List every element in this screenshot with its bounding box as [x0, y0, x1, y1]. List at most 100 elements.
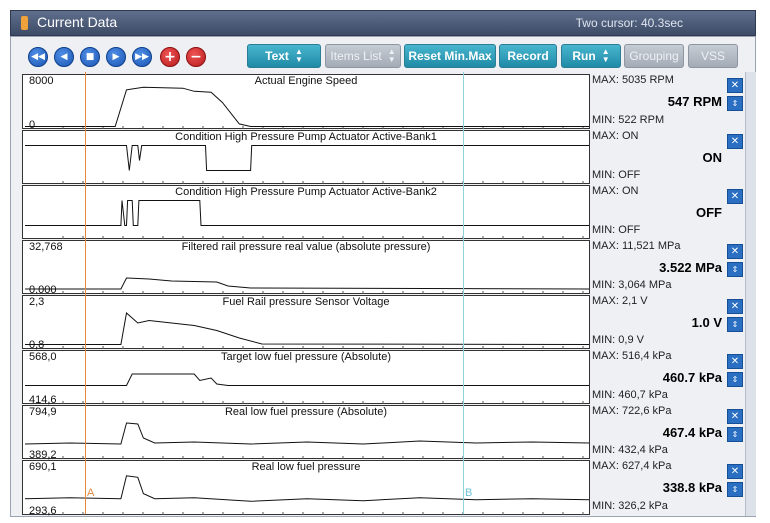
vss-button[interactable]: VSS — [688, 44, 738, 68]
max-value: MAX: 516,4 kPa — [592, 350, 672, 362]
window-title: Current Data — [37, 14, 118, 30]
min-value: MIN: 522 RPM — [592, 114, 665, 126]
close-icon: ✕ — [730, 411, 740, 422]
record-button[interactable]: Record — [499, 44, 557, 68]
value-summary: MAX: ON OFF MIN: OFF — [592, 185, 722, 239]
max-value: MAX: ON — [592, 185, 639, 197]
value-summary: MAX: 5035 RPM 547 RPM MIN: 522 RPM — [592, 74, 722, 129]
close-panel-button[interactable]: ✕ — [727, 409, 743, 424]
items-list-dropdown[interactable]: Items List ▲ ▼ — [325, 44, 401, 68]
trace-line — [24, 475, 590, 502]
y-min-label: 293,6 — [29, 505, 57, 517]
scale-icon: ⇕ — [731, 430, 739, 439]
min-value: MIN: 326,2 kPa — [592, 500, 668, 512]
max-value: MAX: 722,6 kPa — [592, 405, 672, 417]
max-value: MAX: ON — [592, 130, 639, 142]
panel-title: Condition High Pressure Pump Actuator Ac… — [175, 186, 437, 198]
plot-panel[interactable]: Real low fuel pressure (Absolute) 794,9 38… — [22, 405, 590, 461]
max-value: MAX: 11,521 MPa — [592, 240, 681, 252]
run-dropdown[interactable]: Run ▲ ▼ — [561, 44, 621, 68]
scale-button[interactable]: ⇕ — [727, 427, 743, 442]
current-value: 547 RPM — [667, 94, 722, 109]
cursor-b-line[interactable] — [463, 72, 464, 514]
scale-button[interactable]: ⇕ — [727, 96, 743, 111]
plot-panel[interactable]: Condition High Pressure Pump Actuator Ac… — [22, 130, 590, 184]
min-value: MIN: 0,9 V — [592, 334, 644, 346]
trace-line — [25, 373, 589, 386]
plus-icon: + — [164, 49, 176, 65]
close-icon: ✕ — [730, 136, 740, 147]
plot-panel[interactable]: Filtered rail pressure real value (absol… — [22, 240, 590, 296]
scale-icon: ⇕ — [731, 375, 739, 384]
current-value: 3.522 MPa — [659, 260, 722, 275]
rewind-button[interactable]: ◀◀ — [28, 47, 48, 67]
app-logo-icon — [21, 16, 28, 30]
plot-panel[interactable]: Target low fuel pressure (Absolute) 568,0… — [22, 350, 590, 406]
close-icon: ✕ — [730, 301, 740, 312]
close-panel-button[interactable]: ✕ — [727, 78, 743, 93]
scale-icon: ⇕ — [731, 265, 739, 274]
min-value: MIN: OFF — [592, 224, 641, 236]
close-icon: ✕ — [730, 80, 740, 91]
panel-title: Condition High Pressure Pump Actuator Ac… — [175, 131, 437, 143]
y-max-label: 8000 — [29, 75, 54, 87]
y-max-label: 794,9 — [29, 406, 57, 418]
stop-button[interactable]: ■ — [80, 47, 100, 67]
trace-line — [25, 312, 590, 345]
cursor-a-line[interactable] — [85, 72, 86, 514]
current-value: OFF — [696, 205, 722, 220]
panel-title: Real low fuel pressure (Absolute) — [224, 406, 388, 418]
value-summary: MAX: 11,521 MPa 3.522 MPa MIN: 3,064 MPa — [592, 240, 722, 294]
scale-button[interactable]: ⇕ — [727, 262, 743, 277]
value-summary: MAX: ON ON MIN: OFF — [592, 130, 722, 184]
vertical-scrollbar[interactable] — [745, 72, 756, 516]
updown-icon: ▲ ▼ — [601, 47, 610, 64]
scale-button[interactable]: ⇕ — [727, 372, 743, 387]
plus-button[interactable]: + — [160, 47, 180, 67]
text-dropdown[interactable]: Text ▲ ▼ — [247, 44, 321, 68]
close-panel-button[interactable]: ✕ — [727, 464, 743, 479]
trace-line — [24, 422, 590, 445]
reset-minmax-button[interactable]: Reset Min.Max — [404, 44, 496, 68]
next-icon: ▶ — [112, 52, 120, 62]
y-max-label: 2,3 — [29, 296, 45, 308]
current-value: 338.8 kPa — [662, 480, 722, 495]
grouping-button[interactable]: Grouping — [624, 44, 684, 68]
panel-title: Target low fuel pressure (Absolute) — [221, 351, 391, 363]
plot-panel[interactable]: Actual Engine Speed 8000 0 — [22, 74, 590, 131]
rewind-icon: ◀◀ — [31, 52, 45, 62]
min-value: MIN: 3,064 MPa — [592, 279, 672, 291]
plot-panel[interactable]: Condition High Pressure Pump Actuator Ac… — [22, 185, 590, 239]
close-icon: ✕ — [730, 246, 740, 257]
current-value: 467.4 kPa — [662, 425, 722, 440]
value-summary: MAX: 516,4 kPa 460.7 kPa MIN: 460,7 kPa — [592, 350, 722, 404]
close-panel-button[interactable]: ✕ — [727, 299, 743, 314]
min-value: MIN: OFF — [592, 169, 641, 181]
min-value: MIN: 460,7 kPa — [592, 389, 668, 401]
scale-button[interactable]: ⇕ — [727, 317, 743, 332]
close-panel-button[interactable]: ✕ — [727, 354, 743, 369]
prev-button[interactable]: ◀ — [54, 47, 74, 67]
current-value: ON — [702, 150, 723, 165]
fast-forward-button[interactable]: ▶▶ — [132, 47, 152, 67]
minus-button[interactable]: − — [186, 47, 206, 67]
updown-icon: ▲ ▼ — [294, 47, 303, 64]
close-panel-button[interactable]: ✕ — [727, 134, 743, 149]
close-panel-button[interactable]: ✕ — [727, 189, 743, 204]
minus-icon: − — [190, 49, 202, 65]
panel-title: Actual Engine Speed — [254, 75, 358, 87]
plot-panel[interactable]: Fuel Rail pressure Sensor Voltage 2,3 0,8 — [22, 295, 590, 351]
max-value: MAX: 2,1 V — [592, 295, 648, 307]
close-panel-button[interactable]: ✕ — [727, 244, 743, 259]
updown-icon: ▲ ▼ — [387, 47, 396, 64]
scale-button[interactable]: ⇕ — [727, 482, 743, 497]
plot-panel[interactable]: Real low fuel pressure 690,1 293,6 — [22, 460, 590, 517]
trace-line — [25, 200, 589, 226]
panel-title: Filtered rail pressure real value (absol… — [181, 241, 431, 253]
fast-forward-icon: ▶▶ — [135, 52, 149, 62]
close-icon: ✕ — [730, 466, 740, 477]
current-value: 460.7 kPa — [662, 370, 722, 385]
scale-icon: ⇕ — [731, 485, 739, 494]
current-value: 1.0 V — [691, 315, 722, 330]
next-button[interactable]: ▶ — [106, 47, 126, 67]
